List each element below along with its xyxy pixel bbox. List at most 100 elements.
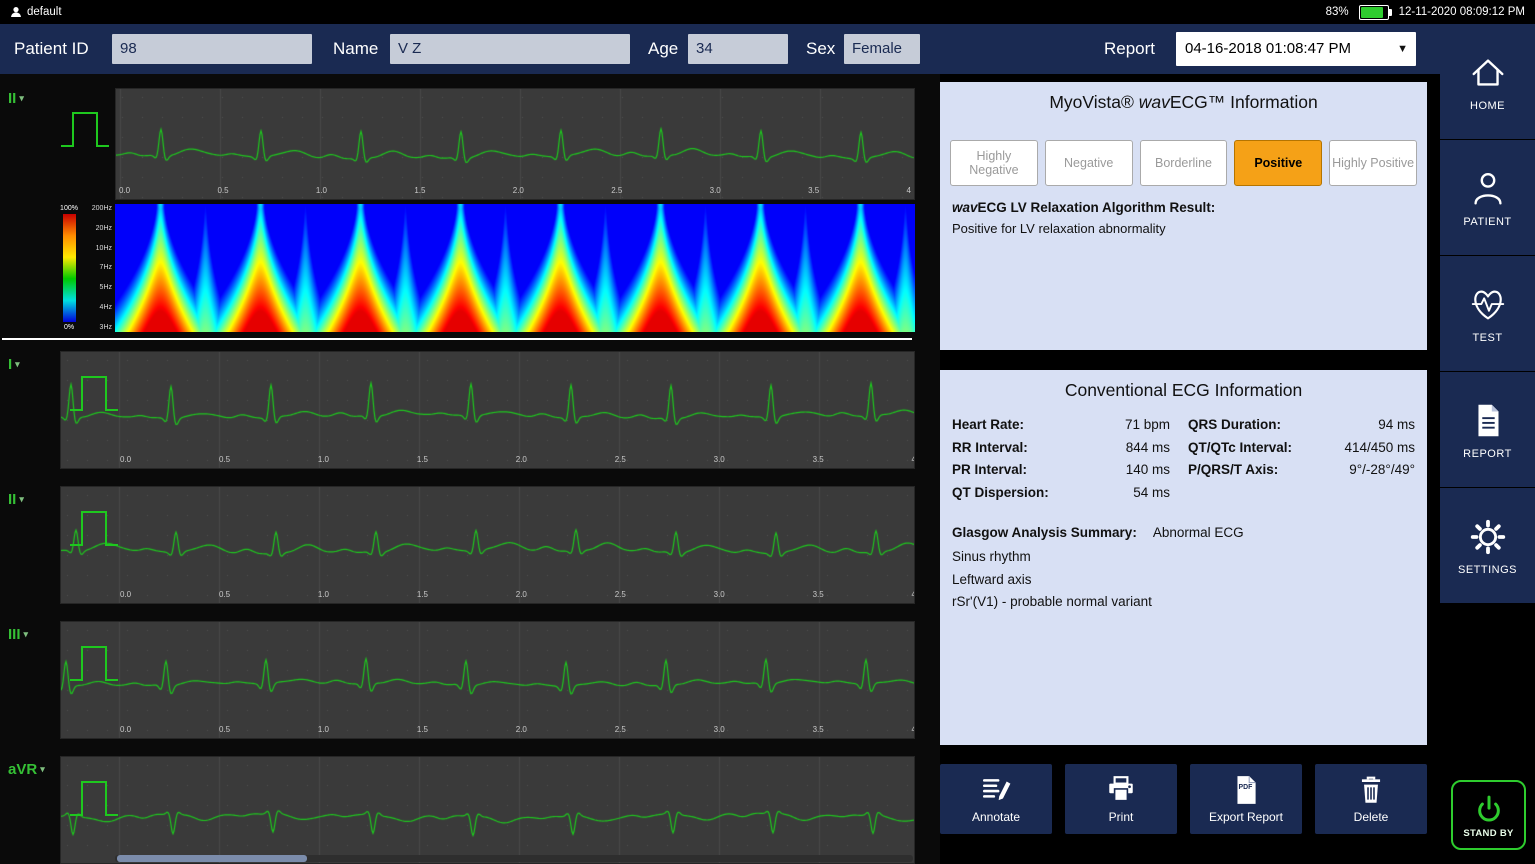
time-tick-label: 4: [907, 186, 911, 198]
print-button[interactable]: Print: [1065, 764, 1177, 834]
glasgow-summary: Glasgow Analysis Summary:Abnormal ECG: [952, 522, 1244, 544]
wavecg-panel-title: MyoVista® wavECG™ Information: [940, 92, 1427, 113]
ecg-trace-canvas: [61, 757, 914, 864]
sidebar-item-patient[interactable]: PATIENT: [1440, 140, 1535, 255]
horizontal-scrollbar[interactable]: [115, 855, 913, 862]
action-buttons: Annotate Print PDF Export Report: [940, 764, 1427, 834]
name-input[interactable]: V Z: [390, 34, 630, 64]
time-tick-label: 3.0: [714, 590, 725, 602]
time-tick-label: 2.0: [516, 725, 527, 737]
patient-icon: [1467, 168, 1509, 210]
spectrogram-scale: 100% 0%: [60, 204, 78, 332]
grade-button[interactable]: Borderline: [1140, 140, 1228, 186]
time-tick-label: 0.0: [119, 186, 130, 198]
annotate-button[interactable]: Annotate: [940, 764, 1052, 834]
report-select[interactable]: 04-16-2018 01:08:47 PM ▼: [1176, 32, 1416, 66]
lead-selector[interactable]: aVR▾: [8, 761, 45, 778]
time-tick-label: 4: [912, 455, 916, 467]
time-axis: 0.00.51.01.52.02.53.03.54: [117, 725, 915, 737]
top-status-bar: default 83% 12-11-2020 08:09:12 PM: [0, 0, 1535, 24]
time-tick-label: 0.5: [219, 455, 230, 467]
time-tick-label: 3.5: [813, 725, 824, 737]
algorithm-result-text: Positive for LV relaxation abnormality: [952, 221, 1166, 236]
grade-button[interactable]: Highly Negative: [950, 140, 1038, 186]
patient-header: Patient ID 98 Name V Z Age 34 Sex Female…: [0, 24, 1440, 74]
calibration-pulse-icon: [69, 773, 119, 825]
gear-icon: [1467, 516, 1509, 558]
report-document-icon: [1467, 400, 1509, 442]
metric-row: QT/QTc Interval: 414/450 ms: [1188, 437, 1415, 460]
scrollbar-thumb[interactable]: [117, 855, 307, 862]
frequency-label: 7Hz: [100, 264, 112, 271]
spectrogram-canvas: [115, 204, 915, 332]
time-tick-label: 4: [912, 725, 916, 737]
sidebar-item-report[interactable]: REPORT: [1440, 372, 1535, 487]
sex-input[interactable]: Female: [844, 34, 920, 64]
grade-buttons: Highly NegativeNegativeBorderlinePositiv…: [950, 140, 1417, 186]
calibration-pulse-icon: [69, 368, 119, 420]
time-tick-label: 3.0: [714, 725, 725, 737]
time-axis: 0.00.51.01.52.02.53.03.54: [116, 186, 914, 198]
chevron-down-icon: ▾: [19, 494, 24, 504]
time-tick-label: 1.0: [318, 725, 329, 737]
ecg-strip-panel: [60, 756, 915, 864]
user-name: default: [27, 6, 62, 18]
trash-icon: [1355, 774, 1387, 806]
time-tick-label: 3.5: [813, 455, 824, 467]
metric-row: PR Interval: 140 ms: [952, 459, 1170, 482]
time-axis: 0.00.51.01.52.02.53.03.54: [117, 590, 915, 602]
calibration-pulse-icon: [69, 638, 119, 690]
grade-button[interactable]: Positive: [1234, 140, 1322, 186]
time-tick-label: 3.0: [714, 455, 725, 467]
chevron-down-icon: ▼: [1397, 32, 1408, 66]
grade-button[interactable]: Negative: [1045, 140, 1133, 186]
time-tick-label: 0.0: [120, 590, 131, 602]
metric-row: P/QRS/T Axis: 9°/-28°/49°: [1188, 459, 1415, 482]
sidebar-item-test[interactable]: TEST: [1440, 256, 1535, 371]
lead-selector[interactable]: II▾: [8, 491, 24, 508]
chevron-down-icon: ▾: [40, 764, 45, 774]
time-tick-label: 2.0: [516, 590, 527, 602]
section-divider: [2, 338, 912, 340]
sex-label: Sex: [806, 24, 835, 74]
time-tick-label: 4: [912, 590, 916, 602]
lead-selector[interactable]: II▾: [8, 90, 24, 107]
standby-button[interactable]: STAND BY: [1451, 780, 1526, 850]
time-tick-label: 2.0: [513, 186, 524, 198]
time-tick-label: 2.0: [516, 455, 527, 467]
delete-button[interactable]: Delete: [1315, 764, 1427, 834]
time-tick-label: 1.0: [316, 186, 327, 198]
svg-text:PDF: PDF: [1239, 784, 1253, 791]
sidebar-item-settings[interactable]: SETTINGS: [1440, 488, 1535, 603]
calibration-pulse-icon: [69, 503, 119, 555]
calibration-pulse-icon: [60, 104, 110, 156]
metrics-left-column: Heart Rate: 71 bpm RR Interval: 844 ms P…: [952, 414, 1170, 504]
finding-item: rSr'(V1) - probable normal variant: [952, 591, 1152, 614]
nav-sidebar: HOME PATIENT TEST REPORT: [1440, 24, 1535, 864]
time-tick-label: 0.5: [219, 590, 230, 602]
ecg-strip-panel: 0.00.51.01.52.02.53.03.54: [60, 621, 915, 739]
wavecg-info-panel: MyoVista® wavECG™ Information Highly Neg…: [940, 82, 1427, 350]
lead-selector[interactable]: III▾: [8, 626, 28, 643]
time-tick-label: 2.5: [615, 455, 626, 467]
time-tick-label: 1.0: [318, 455, 329, 467]
chevron-down-icon: ▾: [24, 629, 29, 639]
frequency-label: 4Hz: [100, 304, 112, 311]
lead-selector[interactable]: I▾: [8, 356, 20, 373]
grade-button[interactable]: Highly Positive: [1329, 140, 1417, 186]
battery-icon: [1359, 5, 1389, 20]
finding-item: Sinus rhythm: [952, 546, 1152, 569]
age-input[interactable]: 34: [688, 34, 788, 64]
age-label: Age: [648, 24, 678, 74]
ecg-strip-panel: 0.00.51.01.52.02.53.03.54: [60, 351, 915, 469]
ecg-trace-canvas: [61, 622, 914, 738]
time-tick-label: 1.5: [414, 186, 425, 198]
user-chip[interactable]: default: [10, 6, 62, 18]
time-tick-label: 1.5: [417, 725, 428, 737]
findings-list: Sinus rhythmLeftward axisrSr'(V1) - prob…: [952, 546, 1152, 614]
power-icon: [1472, 792, 1506, 826]
export-report-button[interactable]: PDF Export Report: [1190, 764, 1302, 834]
chevron-down-icon: ▾: [19, 93, 24, 103]
patient-id-input[interactable]: 98: [112, 34, 312, 64]
sidebar-item-home[interactable]: HOME: [1440, 24, 1535, 139]
